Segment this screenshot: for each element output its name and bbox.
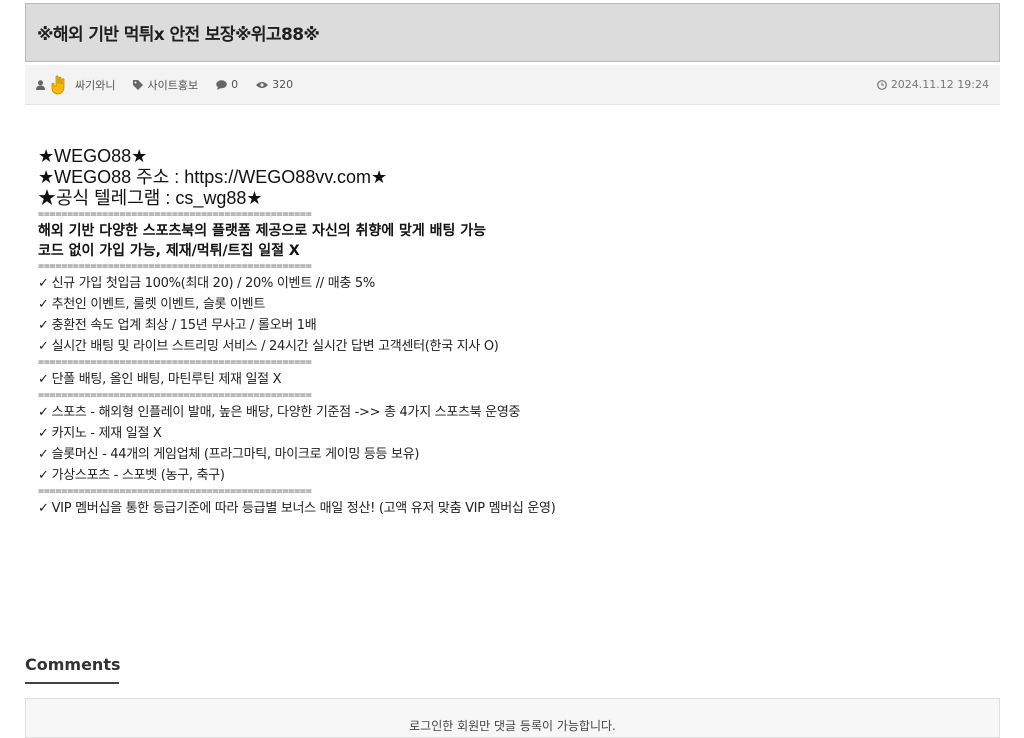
comment-count-value: 0 [231, 78, 239, 91]
check-icon: ✓ [38, 468, 49, 483]
list-item: ✓ 신규 가입 첫입금 100%(최대 20) / 20% 이벤트 // 매충 5… [38, 273, 978, 294]
view-count-value: 320 [272, 78, 294, 91]
post-title-bar: ※해외 기반 먹튀x 안전 보장※위고88※ [25, 3, 1000, 62]
list-item-text: 충환전 속도 업계 최상 / 15년 무사고 / 롤오버 1배 [51, 318, 317, 333]
separator: ========================================… [38, 486, 312, 497]
list-item-text: 가상스포츠 - 스포벳 (농구, 축구) [51, 468, 225, 483]
list-item: ✓ 단폴 배팅, 올인 배팅, 마틴루틴 제재 일절 X [38, 369, 978, 390]
list-item: ✓ 스포츠 - 해외형 인플레이 발매, 높은 배당, 다양한 기준점 ->> 총… [38, 402, 978, 423]
post-title: ※해외 기반 먹튀x 안전 보장※위고88※ [37, 25, 320, 45]
post-meta-bar: 싸기와니 사이트홍보 0 320 2024.11.12 19:24 [25, 65, 1000, 105]
list-item: ✓ 슬롯머신 - 44개의 게임업체 (프라그마틱, 마이크로 게이밍 등등 보유… [38, 444, 978, 465]
list-item: ✓ 충환전 속도 업계 최상 / 15년 무사고 / 롤오버 1배 [38, 315, 978, 336]
intro-line: 코드 없이 가입 가능, 제재/먹튀/트집 일절 X [38, 243, 300, 259]
headline-address: ★WEGO88 주소 : https://WEGO88vv.com★ [38, 167, 388, 187]
post-content: ★WEGO88★ ★WEGO88 주소 : https://WEGO88vv.c… [38, 146, 978, 519]
check-icon: ✓ [38, 318, 49, 333]
comment-login-notice[interactable]: 로그인한 회원만 댓글 등록이 가능합니다. [25, 698, 1000, 738]
headline-1: ★WEGO88★ [38, 146, 148, 166]
list-item-text: 단폴 배팅, 올인 배팅, 마틴루틴 제재 일절 X [51, 372, 282, 387]
check-icon: ✓ [38, 447, 49, 462]
comments-heading: Comments [25, 655, 121, 674]
avatar [49, 74, 69, 95]
separator: ========================================… [38, 357, 312, 368]
comments-heading-underline [25, 682, 119, 684]
separator: ========================================… [38, 209, 312, 220]
intro-line: 해외 기반 다양한 스포츠북의 플랫폼 제공으로 자신의 취향에 맞게 배팅 가… [38, 223, 487, 239]
category-link[interactable]: 사이트홍보 [133, 77, 198, 93]
list-item-text: 슬롯머신 - 44개의 게임업체 (프라그마틱, 마이크로 게이밍 등등 보유) [51, 447, 420, 462]
view-count: 320 [256, 78, 293, 91]
user-icon [36, 79, 45, 90]
comment-icon [216, 79, 227, 90]
list-item: ✓ 카지노 - 제재 일절 X [38, 423, 978, 444]
list-item: ✓ 실시간 배팅 및 라이브 스트리밍 서비스 / 24시간 실시간 답변 고객센… [38, 336, 978, 357]
category-label: 사이트홍보 [147, 78, 199, 92]
separator: ========================================… [38, 261, 312, 272]
check-icon: ✓ [38, 276, 49, 291]
list-item-text: VIP 멤버십을 통한 등급기준에 따라 등급별 보너스 매일 정산! (고액 … [51, 501, 556, 516]
list-item: ✓ 추천인 이벤트, 룰렛 이벤트, 슬롯 이벤트 [38, 294, 978, 315]
headline-telegram: ★공식 텔레그램 : cs_wg88★ [38, 188, 263, 208]
author-info[interactable]: 싸기와니 [36, 74, 116, 95]
check-icon: ✓ [38, 405, 49, 420]
list-item: ✓ 가상스포츠 - 스포벳 (농구, 축구) [38, 465, 978, 486]
post-datetime: 2024.11.12 19:24 [890, 78, 989, 91]
tag-icon [133, 79, 144, 90]
check-icon: ✓ [38, 339, 49, 354]
list-item-text: 스포츠 - 해외형 인플레이 발매, 높은 배당, 다양한 기준점 ->> 총 … [51, 405, 521, 420]
comment-count: 0 [216, 78, 238, 91]
list-item: ✓ VIP 멤버십을 통한 등급기준에 따라 등급별 보너스 매일 정산! (고액… [38, 498, 978, 519]
check-icon: ✓ [38, 501, 49, 516]
clock-icon [876, 79, 887, 90]
list-item-text: 추천인 이벤트, 룰렛 이벤트, 슬롯 이벤트 [51, 297, 266, 312]
list-item-text: 실시간 배팅 및 라이브 스트리밍 서비스 / 24시간 실시간 답변 고객센터… [51, 339, 499, 354]
separator: ========================================… [38, 390, 312, 401]
eye-icon [256, 81, 269, 89]
list-item-text: 신규 가입 첫입금 100%(최대 20) / 20% 이벤트 // 매충 5% [51, 276, 376, 291]
post-page: ※해외 기반 먹튀x 안전 보장※위고88※ 싸기와니 사이트홍보 0 320 … [0, 0, 1024, 738]
post-date: 2024.11.12 19:24 [876, 78, 1000, 91]
check-icon: ✓ [38, 426, 49, 441]
list-item-text: 카지노 - 제재 일절 X [51, 426, 162, 441]
check-icon: ✓ [38, 372, 49, 387]
check-icon: ✓ [38, 297, 49, 312]
author-name: 싸기와니 [75, 78, 116, 92]
